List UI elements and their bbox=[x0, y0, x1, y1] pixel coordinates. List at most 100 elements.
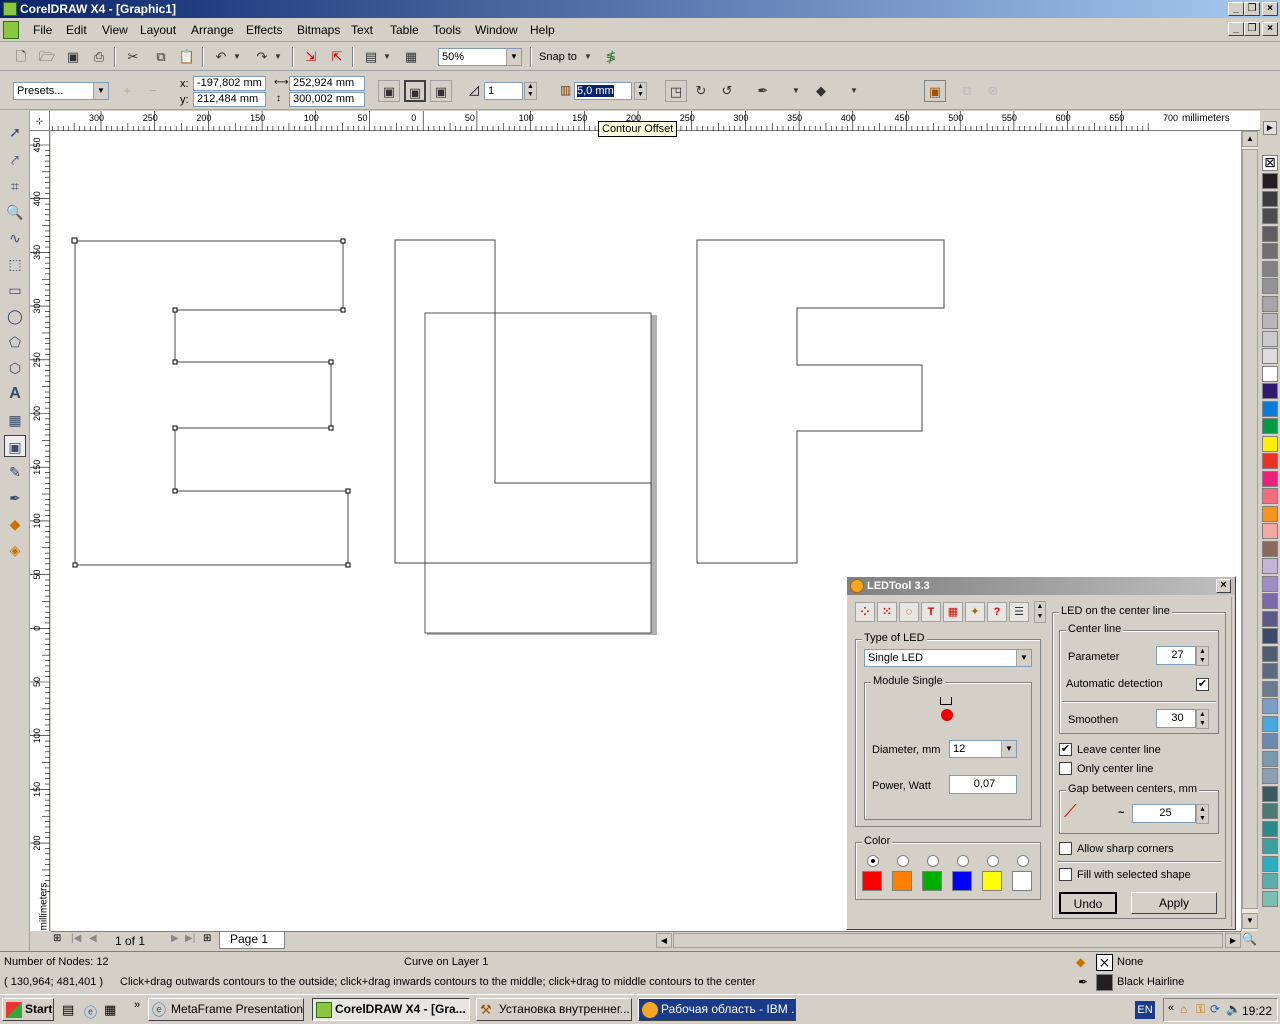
palette-swatch[interactable] bbox=[1262, 575, 1278, 592]
presets-combo[interactable]: Presets... ▼ bbox=[13, 82, 109, 100]
quicklaunch-icon[interactable]: ▦ bbox=[104, 1002, 116, 1018]
palette-swatch[interactable] bbox=[1262, 750, 1278, 767]
palette-swatch[interactable] bbox=[1262, 785, 1278, 802]
led-matrix-icon[interactable]: ▦ bbox=[943, 602, 963, 622]
led-fill-icon[interactable]: ⁘ bbox=[855, 602, 875, 622]
scroll-right-icon[interactable]: ▶ bbox=[1225, 933, 1241, 948]
palette-swatch[interactable] bbox=[1262, 418, 1278, 434]
outline-tool-icon[interactable]: ✒ bbox=[4, 487, 26, 509]
node-handle[interactable] bbox=[71, 237, 78, 244]
palette-swatch[interactable] bbox=[1262, 453, 1278, 469]
crop-tool-icon[interactable]: ⌗ bbox=[4, 175, 26, 197]
tray-volume-icon[interactable]: 🔈 bbox=[1226, 1002, 1241, 1016]
doc-restore-button[interactable]: ❐ bbox=[1244, 22, 1260, 36]
palette-swatch[interactable] bbox=[1262, 190, 1278, 207]
text-tool-icon[interactable]: A bbox=[4, 383, 26, 405]
parameter-field[interactable]: 27 bbox=[1156, 646, 1196, 665]
auto-detection-checkbox[interactable]: ✔ bbox=[1196, 678, 1209, 691]
ellipse-tool-icon[interactable]: ◯ bbox=[4, 305, 26, 327]
close-button[interactable]: × bbox=[1262, 2, 1278, 16]
led-tools-scroll-icon[interactable]: ▲ ▼ bbox=[1034, 601, 1046, 623]
palette-swatch[interactable] bbox=[1262, 768, 1278, 784]
color-swatch-blue[interactable] bbox=[952, 871, 972, 891]
maximize-button[interactable]: ❐ bbox=[1244, 2, 1260, 16]
task-metaframe[interactable]: ⓔ MetaFrame Presentation... bbox=[148, 998, 304, 1021]
node-handle[interactable] bbox=[172, 425, 178, 431]
zoom-tool-icon[interactable]: 🔍 bbox=[4, 201, 26, 223]
save-icon[interactable]: ▣ bbox=[62, 46, 84, 68]
ledtool-close-button[interactable]: × bbox=[1216, 579, 1231, 593]
snap-dropdown-icon[interactable]: ▼ bbox=[582, 46, 594, 68]
diameter-select[interactable]: 12 ▼ bbox=[949, 740, 1017, 758]
outline-color-dropdown-icon[interactable]: ▼ bbox=[790, 80, 802, 102]
node-handle[interactable] bbox=[72, 562, 78, 568]
led-text-icon[interactable]: T bbox=[921, 602, 941, 622]
allow-sharp-corners-checkbox[interactable] bbox=[1059, 842, 1072, 855]
doc-minimize-button[interactable]: _ bbox=[1228, 22, 1244, 36]
open-icon[interactable]: 🗁 bbox=[36, 46, 58, 68]
copy-icon[interactable]: ⧉ bbox=[150, 46, 172, 68]
contour-tool-icon[interactable]: ▣ bbox=[4, 435, 26, 457]
palette-swatch[interactable] bbox=[1262, 593, 1278, 609]
undo-button[interactable]: Undo bbox=[1059, 892, 1117, 914]
gap-field[interactable]: 25 bbox=[1132, 804, 1196, 823]
chevron-down-icon[interactable]: ▼ bbox=[93, 83, 108, 99]
add-preset-icon[interactable]: + bbox=[116, 80, 138, 102]
start-button[interactable]: Start bbox=[2, 998, 54, 1021]
redo-dropdown-icon[interactable]: ▼ bbox=[272, 46, 284, 68]
led-list-icon[interactable]: ☰ bbox=[1009, 602, 1029, 622]
palette-swatch[interactable] bbox=[1262, 365, 1278, 382]
menu-edit[interactable]: Edit bbox=[66, 23, 87, 37]
last-page-icon[interactable]: ▶| bbox=[185, 933, 195, 944]
node-handle[interactable] bbox=[345, 562, 351, 568]
snap-to-button[interactable]: Snap to bbox=[539, 51, 577, 63]
node-handle[interactable] bbox=[328, 359, 334, 365]
palette-swatch[interactable] bbox=[1262, 383, 1278, 399]
contour-offset-field[interactable]: 5,0 mm bbox=[574, 82, 632, 100]
palette-swatch[interactable] bbox=[1262, 278, 1278, 294]
launcher-dropdown-icon[interactable]: ▼ bbox=[381, 46, 393, 68]
outside-icon[interactable]: ▣ bbox=[430, 80, 452, 102]
menu-tools[interactable]: Tools bbox=[433, 23, 461, 37]
led-type-select[interactable]: Single LED ▼ bbox=[864, 649, 1032, 667]
palette-swatch[interactable] bbox=[1262, 873, 1278, 889]
palette-swatch[interactable] bbox=[1262, 715, 1278, 732]
leave-center-line-checkbox[interactable]: ✔ bbox=[1059, 743, 1072, 756]
to-center-icon[interactable]: ▣ bbox=[378, 80, 400, 102]
undo-icon[interactable]: ↶ bbox=[210, 46, 232, 68]
color-radio-orange[interactable] bbox=[897, 855, 909, 867]
palette-swatch[interactable] bbox=[1262, 540, 1278, 557]
table-tool-icon[interactable]: ▦ bbox=[4, 409, 26, 431]
steps-spinner[interactable]: ▲ ▼ bbox=[524, 82, 537, 100]
chevron-down-icon[interactable]: ▼ bbox=[1001, 741, 1016, 757]
fill-swatch-none[interactable]: ⨯ bbox=[1096, 954, 1113, 971]
scroll-up-icon[interactable]: ▲ bbox=[1242, 131, 1258, 147]
palette-swatch[interactable] bbox=[1262, 400, 1278, 417]
height-field[interactable]: 300,002 mm bbox=[289, 92, 365, 107]
x-position-field[interactable]: -197,802 mm bbox=[193, 76, 266, 91]
tray-expand-icon[interactable]: « bbox=[1168, 1002, 1174, 1014]
palette-swatch[interactable] bbox=[1262, 855, 1278, 872]
color-swatch-red[interactable] bbox=[862, 871, 882, 891]
scroll-down-icon[interactable]: ▼ bbox=[1242, 913, 1258, 929]
left-ruler[interactable]: 450 400 350 300 250 200 150 100 50 0 50 100 150 200 m… bbox=[30, 131, 50, 931]
doc-close-button[interactable]: × bbox=[1262, 22, 1278, 36]
color-radio-blue[interactable] bbox=[957, 855, 969, 867]
print-icon[interactable]: ⎙ bbox=[88, 46, 110, 68]
scroll-left-icon[interactable]: ◀ bbox=[656, 933, 672, 948]
add-page-after-icon[interactable]: ⊞ bbox=[203, 933, 211, 944]
color-radio-red[interactable] bbox=[867, 855, 879, 867]
menu-text[interactable]: Text bbox=[351, 23, 373, 37]
fill-with-shape-checkbox[interactable] bbox=[1059, 868, 1072, 881]
tray-security-icon[interactable]: ⚿ bbox=[1196, 1002, 1205, 1017]
eyedropper-tool-icon[interactable]: ✎ bbox=[4, 461, 26, 483]
width-field[interactable]: 252,924 mm bbox=[289, 76, 365, 91]
linear-contour-colors-icon[interactable]: ◳ bbox=[665, 80, 687, 102]
menu-view[interactable]: View bbox=[102, 23, 128, 37]
freehand-tool-icon[interactable]: ∿ bbox=[4, 227, 26, 249]
new-icon[interactable]: 🗋 bbox=[10, 46, 32, 68]
color-radio-yellow[interactable] bbox=[987, 855, 999, 867]
palette-swatch[interactable] bbox=[1262, 663, 1278, 679]
document-icon[interactable] bbox=[3, 21, 19, 39]
node-handle[interactable] bbox=[172, 307, 178, 313]
